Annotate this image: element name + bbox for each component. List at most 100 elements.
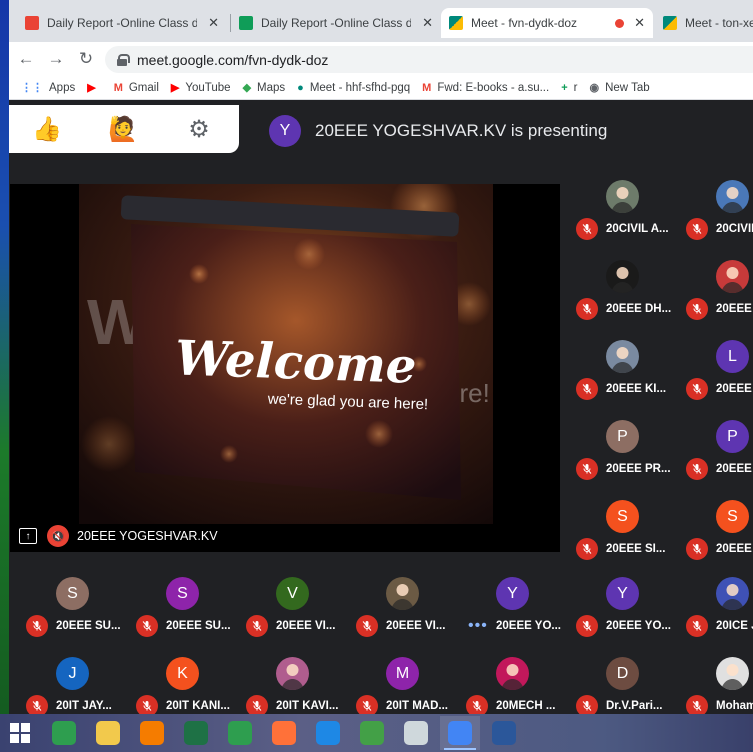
- tab-title: Daily Report -Online Class detail: [47, 16, 197, 30]
- bookmark-label: Apps: [49, 81, 76, 94]
- pin-icon[interactable]: ↑: [19, 528, 37, 544]
- participant-tile[interactable]: K 20IT KANI...: [129, 644, 239, 714]
- participant-tile[interactable]: S 20EEE SU...: [19, 564, 129, 644]
- mic-off-icon: [576, 378, 598, 400]
- tab-sheets-report[interactable]: Daily Report -Online Class detail ✕: [231, 8, 441, 38]
- youtube-icon: ▶: [87, 82, 96, 94]
- participant-tile[interactable]: S 20EEE SI...: [569, 487, 679, 567]
- url-field[interactable]: meet.google.com/fvn-dydk-doz: [105, 46, 753, 73]
- tab-gmail-report[interactable]: Daily Report -Online Class detail ✕: [17, 8, 227, 38]
- raise-hand-icon[interactable]: 🙋: [85, 115, 161, 144]
- participant-tile[interactable]: V 20EEE VI...: [239, 564, 349, 644]
- address-bar-row: ← → ↻ meet.google.com/fvn-dydk-doz: [9, 42, 753, 76]
- presenting-text: 20EEE YOGESHVAR.KV is presenting: [315, 121, 608, 140]
- participant-tile[interactable]: 20EEE VI...: [349, 564, 459, 644]
- file-explorer-icon[interactable]: [88, 716, 128, 750]
- bookmark-maps[interactable]: ◆ Maps: [243, 81, 286, 95]
- participant-tile[interactable]: 20CIVIL A...: [569, 167, 679, 247]
- participant-name: 20EEE P...: [716, 463, 753, 475]
- mic-off-icon: [576, 695, 598, 714]
- muted-audio-icon: 🔇: [47, 525, 69, 547]
- bookmark-fwd-e-books-a-su[interactable]: M Fwd: E-books - a.su...: [422, 82, 549, 94]
- green-app-icon[interactable]: [44, 716, 84, 750]
- participant-tile[interactable]: 20MECH ...: [459, 644, 569, 714]
- back-arrow-icon[interactable]: ←: [13, 49, 39, 69]
- participant-name: 20CIVIL A...: [606, 223, 669, 235]
- participant-name: 20ICE JA...: [716, 620, 753, 632]
- avatar: P: [606, 420, 639, 453]
- meet-icon: ●: [297, 81, 304, 94]
- windows-start-icon[interactable]: [0, 716, 40, 750]
- thumbs-up-icon[interactable]: 👍: [9, 115, 85, 144]
- participant-tile[interactable]: 20IT KAVI...: [239, 644, 349, 714]
- participant-tile[interactable]: L 20EEE L...: [679, 327, 753, 407]
- media-player-icon[interactable]: [352, 716, 392, 750]
- participant-tile[interactable]: 20EEE DH...: [569, 247, 679, 327]
- participant-tile[interactable]: P 20EEE PR...: [569, 407, 679, 487]
- participant-name: Mohame...: [716, 700, 753, 712]
- presenting-banner: Y 20EEE YOGESHVAR.KV is presenting: [269, 115, 607, 147]
- participant-name: 20IT JAY...: [56, 700, 112, 712]
- participant-tile[interactable]: 20CIVIL ...: [679, 167, 753, 247]
- firefox-icon[interactable]: [264, 716, 304, 750]
- participant-tile[interactable]: P 20EEE P...: [679, 407, 753, 487]
- mic-off-icon: [26, 695, 48, 714]
- mic-off-icon: [246, 615, 268, 637]
- participant-tile[interactable]: S 20EEE SU...: [129, 564, 239, 644]
- snipping-tool-icon[interactable]: [396, 716, 436, 750]
- close-icon[interactable]: ✕: [422, 15, 433, 31]
- participant-name: 20IT MAD...: [386, 700, 448, 712]
- store-icon[interactable]: [220, 716, 260, 750]
- avatar: [496, 657, 529, 690]
- excel-icon[interactable]: [176, 716, 216, 750]
- avatar: [606, 180, 639, 213]
- participant-tile[interactable]: S 20EEE S...: [679, 487, 753, 567]
- mic-off-icon: [686, 378, 708, 400]
- participant-tile[interactable]: D Dr.V.Pari...: [569, 644, 679, 714]
- mic-off-icon: [466, 695, 488, 714]
- avatar: [386, 577, 419, 610]
- vlc-icon[interactable]: [132, 716, 172, 750]
- word-icon[interactable]: [484, 716, 524, 750]
- sheets-icon: +: [561, 81, 568, 94]
- mic-off-icon: [686, 298, 708, 320]
- mic-off-icon: [686, 615, 708, 637]
- avatar: P: [716, 420, 749, 453]
- avatar: [606, 260, 639, 293]
- chrome-icon[interactable]: [440, 716, 480, 750]
- recording-indicator-icon: [615, 18, 625, 28]
- participant-tile[interactable]: Mohame...: [679, 644, 753, 714]
- close-icon[interactable]: ✕: [208, 15, 219, 31]
- bookmark-apps[interactable]: ⋮⋮ Apps: [21, 81, 76, 95]
- mic-off-icon: [576, 538, 598, 560]
- avatar: S: [166, 577, 199, 610]
- tab-meet-other[interactable]: Meet - ton-xezh: [655, 8, 753, 38]
- participant-tile[interactable]: J 20IT JAY...: [19, 644, 129, 714]
- reload-icon[interactable]: ↻: [73, 49, 99, 69]
- avatar: [606, 340, 639, 373]
- internet-explorer-icon[interactable]: [308, 716, 348, 750]
- reaction-bar: 👍 🙋 ⚙: [9, 105, 239, 153]
- bookmark-new-tab[interactable]: ◉ New Tab: [589, 81, 649, 95]
- participant-tile[interactable]: Y 20EEE YO...: [569, 564, 679, 644]
- bookmark-youtube[interactable]: ▶ YouTube: [171, 81, 231, 95]
- participant-tile[interactable]: 20EEE KI...: [569, 327, 679, 407]
- bookmark-meet-hhf-sfhd-pgq[interactable]: ● Meet - hhf-sfhd-pgq: [297, 82, 410, 94]
- bookmark-youtube[interactable]: ▶: [87, 81, 101, 94]
- bookmark-label: Fwd: E-books - a.su...: [437, 81, 550, 94]
- avatar: M: [386, 657, 419, 690]
- participant-name: 20EEE VI...: [386, 620, 446, 632]
- participant-name: 20EEE YO...: [606, 620, 671, 632]
- participant-tile[interactable]: 20ICE JA...: [679, 564, 753, 644]
- settings-gear-icon[interactable]: ⚙: [161, 115, 237, 144]
- participant-name: 20EEE S...: [716, 543, 753, 555]
- bookmark-gmail[interactable]: M Gmail: [114, 82, 159, 94]
- close-icon[interactable]: ✕: [634, 15, 645, 31]
- forward-arrow-icon[interactable]: →: [43, 49, 69, 69]
- mic-off-icon: [576, 615, 598, 637]
- participant-tile[interactable]: 20EEE D...: [679, 247, 753, 327]
- bookmark-r[interactable]: + r: [561, 82, 577, 94]
- participant-tile[interactable]: Y ••• 20EEE YO...: [459, 564, 569, 644]
- participant-tile[interactable]: M 20IT MAD...: [349, 644, 459, 714]
- tab-meet-active[interactable]: Meet - fvn-dydk-doz ✕: [441, 8, 653, 38]
